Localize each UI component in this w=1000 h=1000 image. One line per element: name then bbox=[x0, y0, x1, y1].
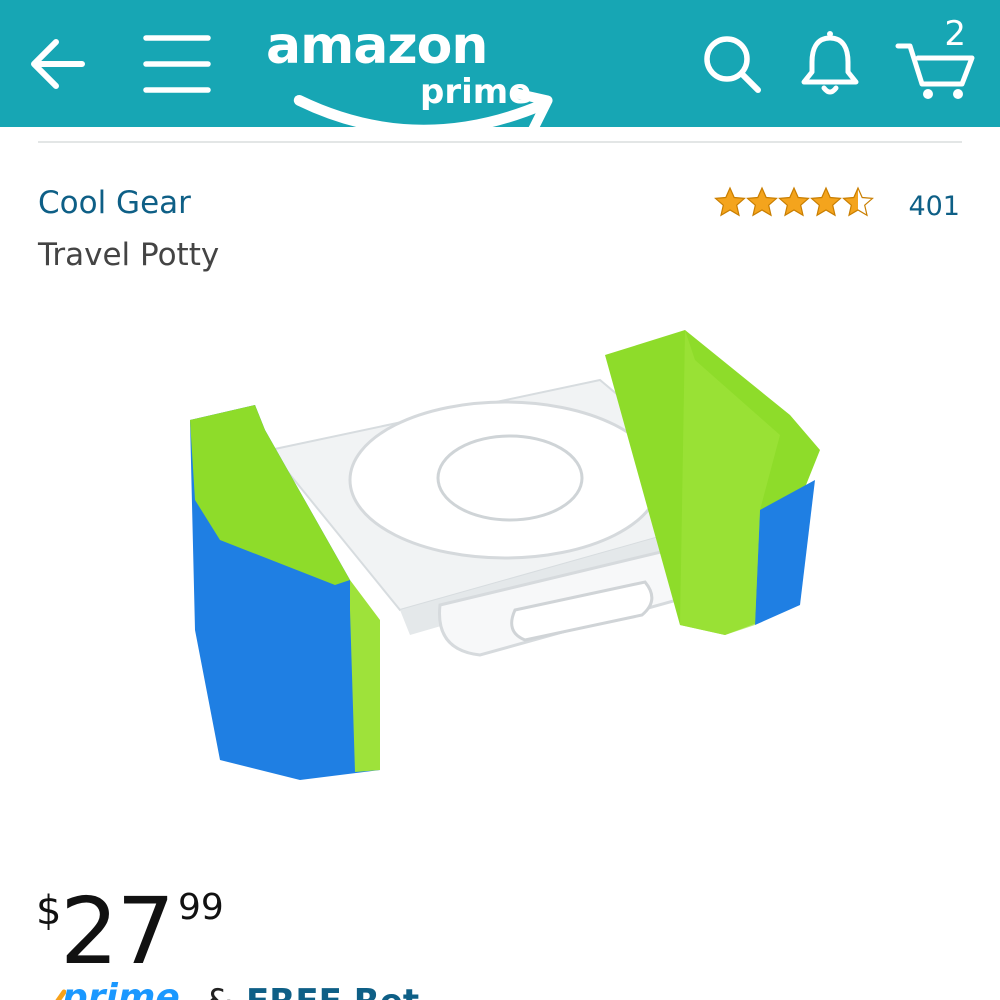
rating-stars[interactable] bbox=[714, 186, 874, 218]
price-currency: $ bbox=[36, 888, 62, 934]
product-image[interactable] bbox=[180, 320, 830, 790]
product-title: Travel Potty bbox=[38, 237, 220, 273]
top-navigation-bar: amazon prime 2 bbox=[0, 0, 1000, 136]
cart-count-badge[interactable]: 2 bbox=[944, 14, 966, 54]
price-whole: 27 bbox=[60, 878, 175, 985]
brand-link[interactable]: Cool Gear bbox=[38, 182, 191, 224]
menu-icon[interactable] bbox=[134, 22, 218, 106]
half-star-icon bbox=[842, 187, 874, 216]
logo-prime: prime bbox=[420, 72, 532, 112]
back-arrow-icon[interactable] bbox=[18, 22, 102, 106]
amazon-prime-logo[interactable]: amazon prime bbox=[262, 12, 553, 136]
star-icon bbox=[746, 187, 778, 216]
bell-icon[interactable] bbox=[788, 22, 872, 106]
price-fraction: 99 bbox=[178, 887, 224, 928]
logo-word: amazon bbox=[266, 16, 488, 76]
prime-shipping-row[interactable]: prime & FREE Ret bbox=[38, 978, 638, 1000]
prime-badge: prime bbox=[62, 977, 180, 1000]
star-icon bbox=[778, 187, 810, 216]
review-count-link[interactable]: 401 bbox=[908, 188, 960, 226]
prime-connector: & bbox=[206, 982, 233, 1000]
star-icon bbox=[810, 187, 842, 216]
search-icon[interactable] bbox=[690, 22, 774, 106]
free-returns-link[interactable]: FREE Ret bbox=[246, 982, 419, 1000]
divider bbox=[38, 141, 962, 143]
star-icon bbox=[714, 187, 746, 216]
cart-icon[interactable] bbox=[888, 22, 988, 106]
